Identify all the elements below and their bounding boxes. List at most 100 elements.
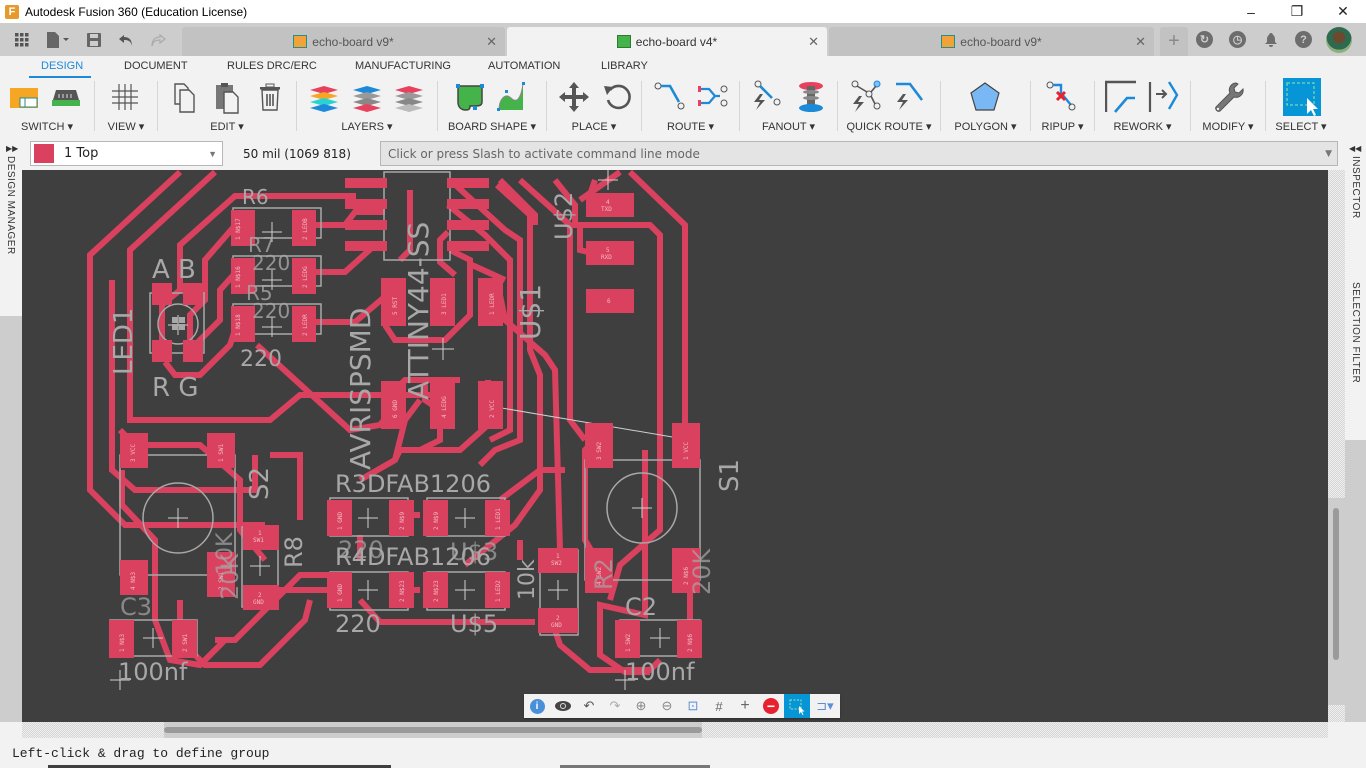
route-diff-pair-icon[interactable] (697, 80, 729, 114)
pad-label: 2 LEDG (302, 266, 309, 288)
close-tab-icon[interactable]: ✕ (1135, 34, 1146, 50)
layer-stack-icon[interactable] (393, 80, 425, 114)
rework-group[interactable]: REWORK ▾ (1095, 78, 1190, 138)
new-tab-button[interactable]: + (1160, 27, 1188, 56)
via-icon[interactable] (795, 80, 827, 114)
close-tab-icon[interactable]: ✕ (486, 34, 497, 50)
save-icon[interactable] (78, 23, 110, 56)
ref-led1: LED1 (109, 308, 139, 375)
undo-icon[interactable]: ↶ (576, 694, 602, 718)
fanout-group[interactable]: FANOUT ▾ (740, 78, 837, 138)
extensions-icon[interactable]: ↻ (1188, 23, 1221, 56)
wrench-icon[interactable] (1212, 80, 1244, 114)
minimize-button[interactable]: – (1228, 0, 1274, 23)
switch-group[interactable]: SWITCH ▾ (0, 78, 94, 138)
file-icon[interactable] (38, 23, 78, 56)
close-window-button[interactable]: ✕ (1320, 0, 1366, 23)
doc-tab-echo-board-v4[interactable]: echo-board v4* ✕ (507, 27, 827, 56)
layer-dropdown[interactable]: 1 Top ▼ (30, 141, 223, 166)
ripup-icon[interactable] (1045, 80, 1077, 114)
switch-to-3d-pcb-icon[interactable] (50, 80, 82, 114)
crosshair-icon[interactable]: + (732, 694, 758, 718)
layer-top-icon[interactable] (351, 80, 383, 114)
tab-rules-drc-erc[interactable]: RULES DRC/ERC (227, 60, 317, 72)
move-icon[interactable] (558, 80, 590, 114)
grid-icon[interactable] (6, 23, 38, 56)
pcb-canvas[interactable]: 1 N$17 2 LEDB 1 N$16 2 LEDG 1 N$18 2 LED… (22, 170, 1328, 722)
grid-icon[interactable]: # (706, 694, 732, 718)
route-group[interactable]: ROUTE ▾ (642, 78, 739, 138)
layer-color-swatch (34, 144, 54, 163)
rework-icon[interactable] (1105, 80, 1137, 114)
zoom-in-icon[interactable]: ⊕ (628, 694, 654, 718)
quick-route-icon[interactable] (893, 80, 925, 114)
chevron-down-icon[interactable]: ▼ (1325, 149, 1332, 159)
horizontal-scroll-thumb[interactable] (164, 727, 702, 733)
ripup-group[interactable]: RIPUP ▾ (1031, 78, 1094, 138)
left-panel-filler (0, 316, 22, 722)
paste-icon[interactable] (211, 80, 243, 114)
design-manager-panel[interactable]: ▶▶ DESIGN MANAGER (0, 138, 22, 316)
pad-label: 2 SW1 (182, 634, 189, 652)
polygon-icon[interactable] (969, 80, 1001, 114)
pcb-board-drawing[interactable]: 1 N$17 2 LEDB 1 N$16 2 LEDG 1 N$18 2 LED… (22, 170, 1328, 722)
doc-tab-label: echo-board v9* (960, 34, 1042, 49)
grid-view-icon[interactable] (109, 80, 141, 114)
route-single-icon[interactable] (654, 80, 686, 114)
pad-ftdi-5 (586, 241, 634, 265)
user-avatar[interactable] (1326, 26, 1352, 53)
quick-route-airwire-icon[interactable] (851, 80, 883, 114)
maximize-button[interactable]: ❐ (1274, 0, 1320, 23)
design-manager-label[interactable]: DESIGN MANAGER (5, 156, 16, 255)
redo-icon[interactable] (142, 23, 174, 56)
visibility-icon[interactable] (550, 694, 576, 718)
switch-to-schematic-icon[interactable] (8, 80, 40, 114)
view-group[interactable]: VIEW ▾ (95, 78, 157, 138)
route-options-icon[interactable]: ⊐▾ (810, 694, 840, 718)
window-select-icon[interactable] (1283, 78, 1321, 116)
job-status-icon[interactable]: ◷ (1221, 23, 1254, 56)
board-outline-icon[interactable] (454, 80, 486, 114)
tab-document[interactable]: DOCUMENT (124, 60, 188, 72)
tab-manufacturing[interactable]: MANUFACTURING (355, 60, 451, 72)
spline-shape-icon[interactable] (496, 80, 528, 114)
modify-group[interactable]: MODIFY ▾ (1191, 78, 1265, 138)
notifications-icon[interactable] (1254, 23, 1287, 56)
board-shape-group[interactable]: BOARD SHAPE ▾ (438, 78, 546, 138)
help-icon[interactable]: ? (1287, 23, 1320, 56)
place-group[interactable]: PLACE ▾ (547, 78, 641, 138)
selection-filter-tab[interactable]: SELECTION FILTER (1350, 282, 1361, 383)
select-group[interactable]: SELECT ▾ (1266, 78, 1336, 138)
window-select-icon[interactable] (784, 694, 810, 718)
vertical-scroll-thumb[interactable] (1333, 508, 1339, 660)
fanout-icon[interactable] (752, 80, 784, 114)
inspector-tab[interactable]: INSPECTOR (1350, 156, 1361, 219)
copy-icon[interactable] (169, 80, 201, 114)
delete-icon[interactable] (254, 80, 286, 114)
quick-route-group[interactable]: QUICK ROUTE ▾ (838, 78, 940, 138)
polygon-group[interactable]: POLYGON ▾ (941, 78, 1030, 138)
expand-panel-icon[interactable]: ▶▶ (6, 144, 18, 153)
redo-icon[interactable]: ↷ (602, 694, 628, 718)
tab-library[interactable]: LIBRARY (601, 60, 648, 72)
origin-cross (455, 580, 475, 600)
edit-group[interactable]: EDIT ▾ (158, 78, 296, 138)
tab-design[interactable]: DESIGN (41, 60, 83, 72)
rotate-icon[interactable] (601, 80, 633, 114)
close-tab-icon[interactable]: ✕ (808, 34, 819, 50)
layer-settings-icon[interactable] (308, 80, 340, 114)
info-icon[interactable]: i (524, 694, 550, 718)
stop-icon[interactable]: − (758, 694, 784, 718)
doc-tab-echo-board-v9-2[interactable]: echo-board v9* ✕ (829, 27, 1154, 56)
tab-automation[interactable]: AUTOMATION (488, 60, 560, 72)
layers-group[interactable]: LAYERS ▾ (297, 78, 437, 138)
doc-tab-echo-board-v9-1[interactable]: echo-board v9* ✕ (182, 27, 505, 56)
rework-slide-icon[interactable] (1147, 80, 1179, 114)
pad-label: 1 (556, 553, 560, 560)
collapse-panel-icon[interactable]: ◀◀ (1349, 144, 1361, 153)
command-line-input[interactable]: Click or press Slash to activate command… (380, 141, 1338, 166)
undo-icon[interactable] (110, 23, 142, 56)
val-r9: 10k (515, 559, 540, 600)
zoom-out-icon[interactable]: ⊖ (654, 694, 680, 718)
zoom-fit-icon[interactable]: ⊡ (680, 694, 706, 718)
